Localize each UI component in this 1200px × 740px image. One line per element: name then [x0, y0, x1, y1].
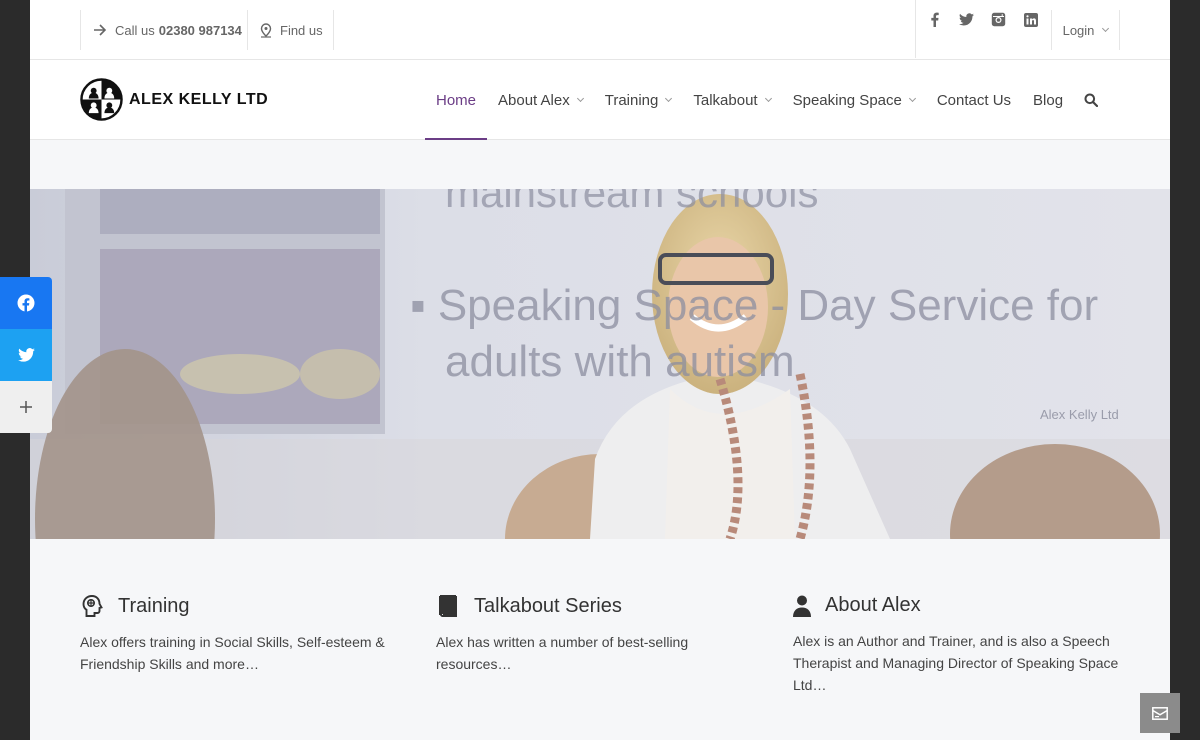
slide-line-1: mainstream schools	[445, 189, 819, 216]
chevron-down-icon	[576, 94, 584, 102]
map-pin-icon	[260, 22, 272, 38]
contact-mail-button[interactable]	[1140, 693, 1180, 733]
feature-training[interactable]: Training Alex offers training in Social …	[80, 594, 400, 675]
nav-item-speaking-space[interactable]: Speaking Space	[782, 60, 926, 140]
feature-header: Training	[80, 594, 400, 618]
page: Call us 02380 987134 Find us Login ALEX …	[30, 0, 1170, 740]
slide-line-2: ▪ Speaking Space - Day Service for	[410, 281, 1099, 330]
find-us-link[interactable]: Find us	[248, 10, 334, 50]
slide-watermark: Alex Kelly Ltd	[1040, 407, 1119, 422]
nav-item-label: About Alex	[498, 91, 570, 109]
social-links	[915, 0, 1051, 58]
slide-line-3: adults with autism	[445, 337, 795, 386]
chevron-down-icon	[1102, 24, 1110, 32]
book-icon	[439, 595, 457, 617]
site-header: ALEX KELLY LTD Home About Alex Training …	[30, 60, 1170, 141]
nav-item-label: Talkabout	[693, 91, 758, 109]
search-icon	[1084, 93, 1099, 107]
login-menu[interactable]: Login	[1051, 10, 1120, 50]
nav-item-label: Home	[436, 91, 477, 109]
nav-item-talkabout[interactable]: Talkabout	[682, 60, 781, 140]
mail-icon	[1152, 706, 1168, 720]
share-facebook-button[interactable]	[0, 277, 52, 329]
arrow-right-icon	[94, 24, 107, 36]
nav-item-label: Contact Us	[936, 91, 1012, 109]
share-more-button[interactable]	[0, 381, 52, 433]
twitter-icon[interactable]	[958, 11, 975, 28]
nav-item-blog[interactable]: Blog	[1022, 60, 1074, 140]
feature-about-alex[interactable]: About Alex Alex is an Author and Trainer…	[793, 594, 1133, 696]
plus-icon	[20, 401, 32, 413]
search-button[interactable]	[1074, 60, 1099, 140]
call-us-label: Call us	[115, 22, 155, 38]
facebook-icon	[17, 294, 35, 312]
spacer	[30, 140, 1170, 189]
nav-item-home[interactable]: Home	[425, 60, 488, 141]
features-section: Training Alex offers training in Social …	[30, 539, 1170, 740]
feature-title: About Alex	[825, 594, 921, 616]
main-nav: Home About Alex Training Talkabout Speak…	[425, 60, 1099, 141]
feature-text: Alex is an Author and Trainer, and is al…	[793, 633, 1119, 693]
feature-text: Alex offers training in Social Skills, S…	[80, 634, 385, 672]
top-bar: Call us 02380 987134 Find us Login	[30, 0, 1170, 60]
nav-item-label: Speaking Space	[792, 91, 902, 109]
head-icon	[82, 595, 103, 617]
nav-item-contact-us[interactable]: Contact Us	[926, 60, 1022, 140]
feature-title: Training	[118, 594, 190, 617]
hero-banner: mainstream schools ▪ Speaking Space - Da…	[30, 189, 1170, 539]
facebook-icon[interactable]	[926, 11, 943, 28]
logo-text: ALEX KELLY LTD	[129, 90, 269, 108]
find-us-label: Find us	[280, 22, 323, 38]
login-label: Login	[1062, 22, 1095, 38]
nav-item-label: Blog	[1033, 91, 1064, 109]
logo-emblem-icon	[80, 78, 123, 121]
nav-item-label: Training	[604, 91, 659, 109]
nav-item-training[interactable]: Training	[594, 60, 683, 140]
share-twitter-button[interactable]	[0, 329, 52, 381]
instagram-icon[interactable]	[990, 11, 1007, 28]
linkedin-icon[interactable]	[1022, 11, 1039, 28]
user-icon	[793, 595, 811, 617]
call-us-link[interactable]: Call us 02380 987134	[80, 10, 248, 50]
feature-header: About Alex	[793, 594, 1133, 617]
site-logo[interactable]: ALEX KELLY LTD	[80, 78, 268, 121]
share-sidebar	[0, 277, 52, 433]
phone-number: 02380 987134	[158, 22, 242, 38]
nav-item-about-alex[interactable]: About Alex	[487, 60, 594, 140]
chevron-down-icon	[908, 94, 916, 102]
chevron-down-icon	[764, 94, 772, 102]
feature-header: Talkabout Series	[436, 594, 756, 618]
twitter-icon	[17, 348, 35, 362]
chevron-down-icon	[665, 94, 673, 102]
feature-talkabout-series[interactable]: Talkabout Series Alex has written a numb…	[436, 594, 756, 675]
feature-text: Alex has written a number of best-sellin…	[436, 634, 689, 672]
feature-title: Talkabout Series	[474, 594, 622, 617]
